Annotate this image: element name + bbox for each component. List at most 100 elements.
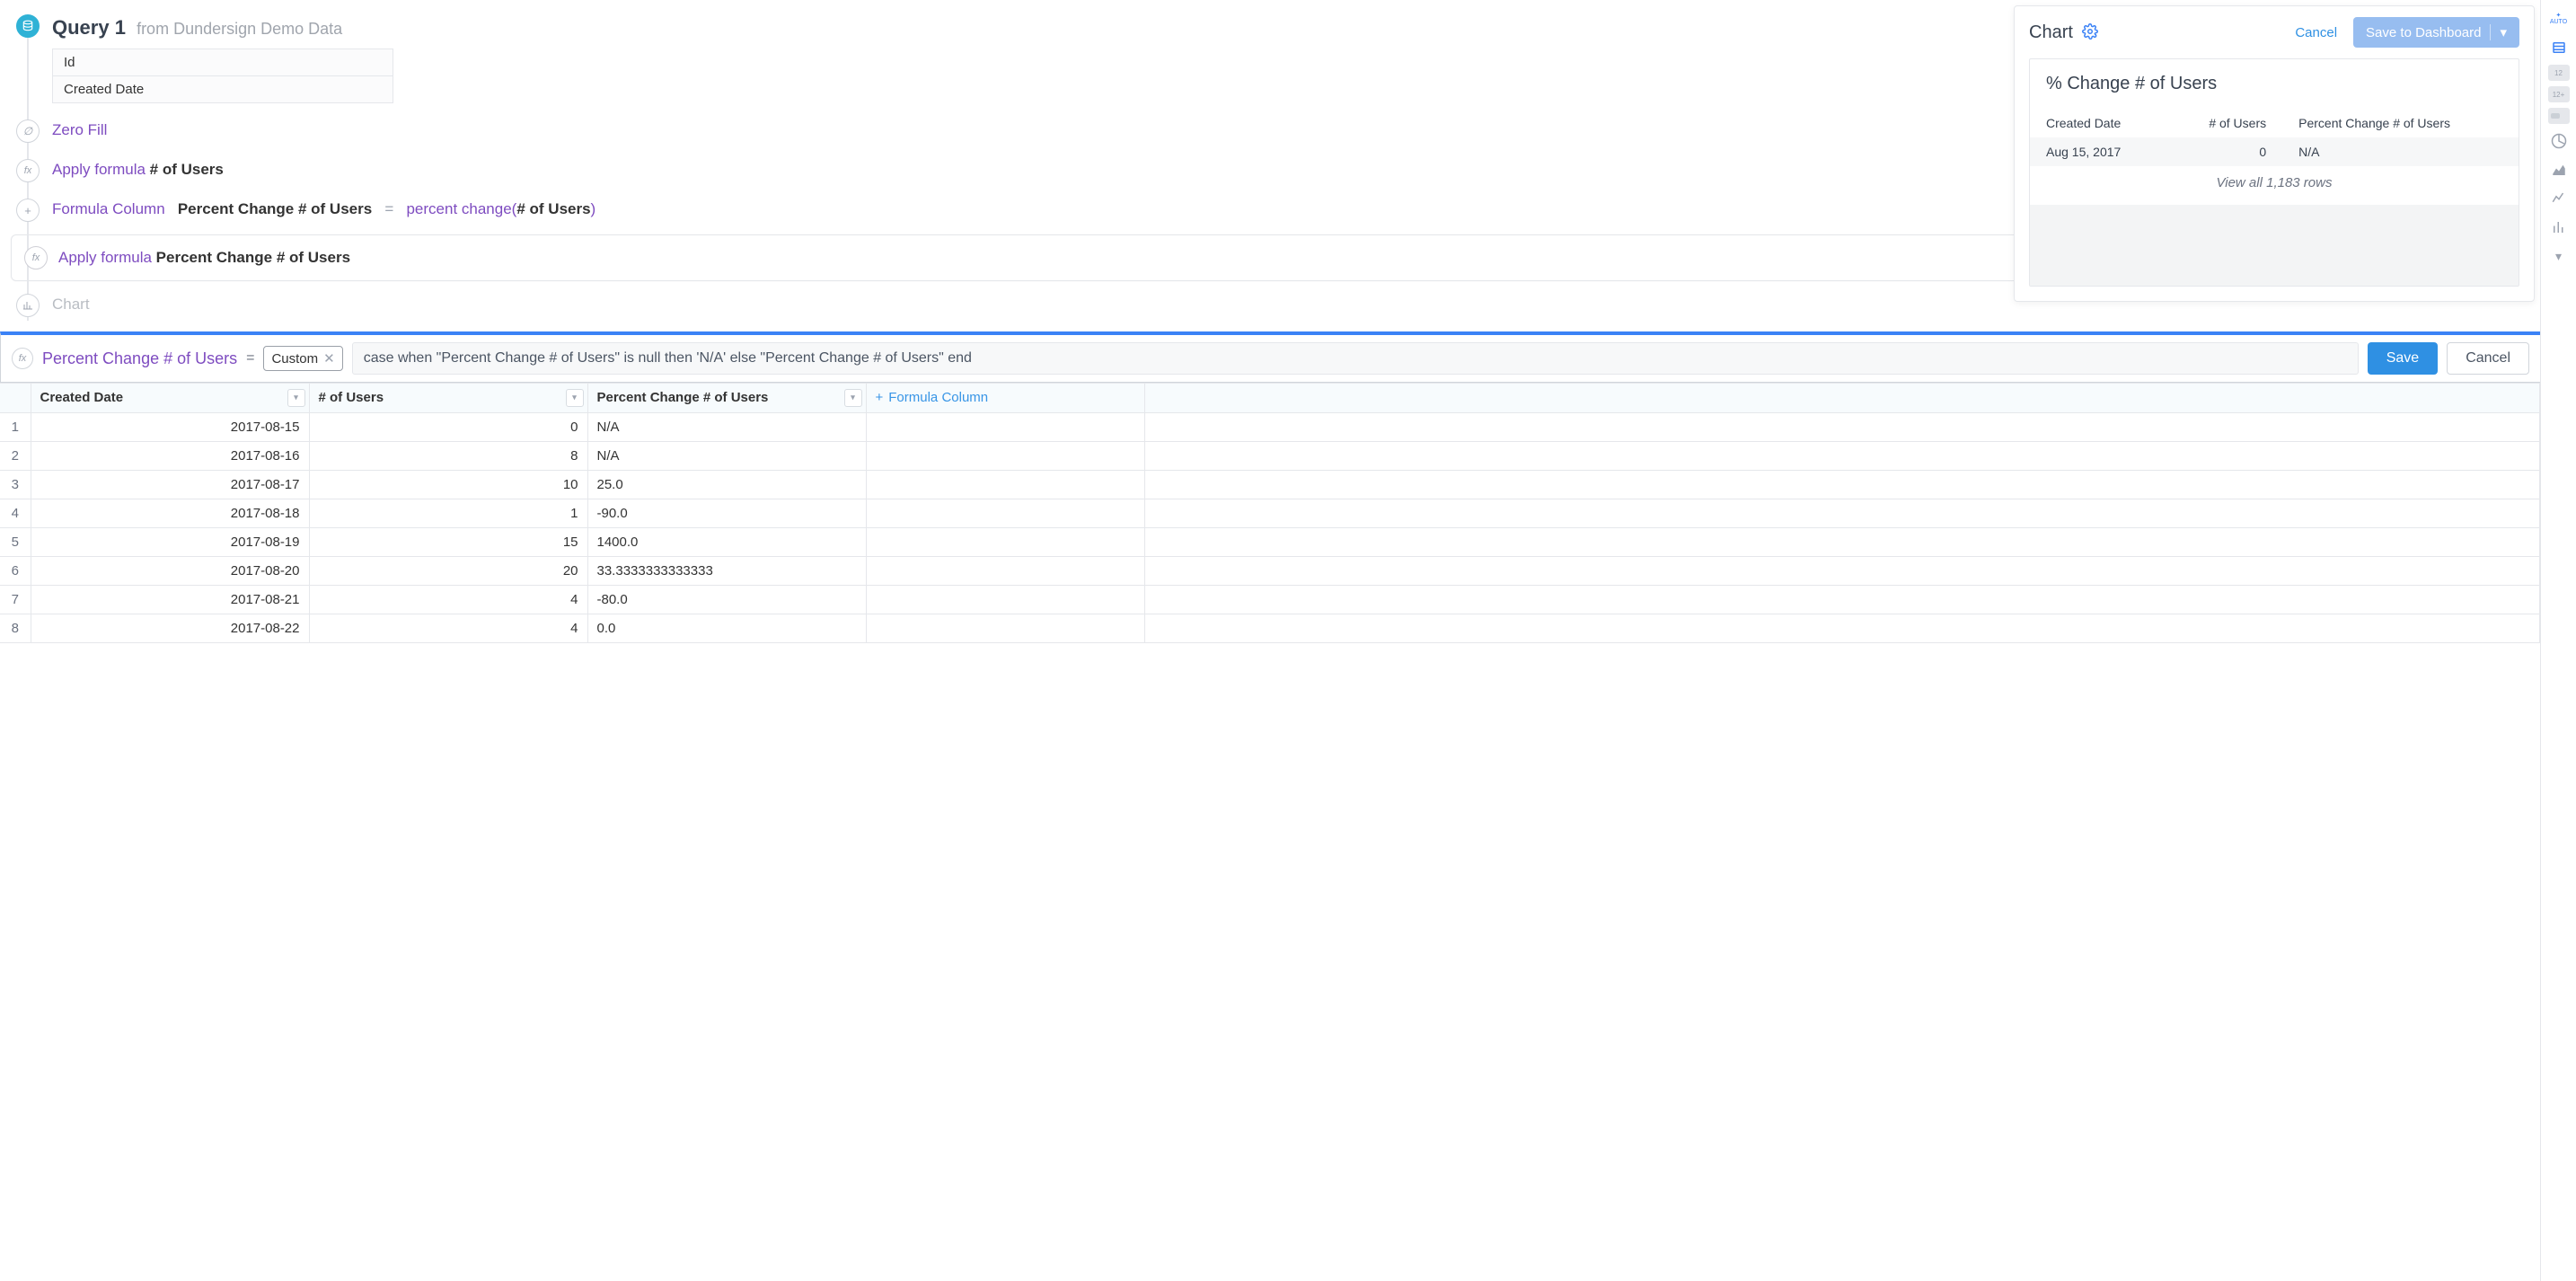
formula-bar: fx Percent Change # of Users = Custom ✕ …: [0, 331, 2540, 383]
formula-type-chip[interactable]: Custom ✕: [263, 346, 342, 371]
formula-input[interactable]: [352, 342, 2359, 375]
row-number-header: [0, 384, 31, 412]
equals-sign: =: [384, 200, 393, 217]
progress-bar-icon[interactable]: [2548, 108, 2570, 124]
col-header-created-date[interactable]: Created Date▾: [31, 384, 309, 412]
query-name: Query 1: [52, 16, 126, 39]
cell-date[interactable]: 2017-08-20: [31, 556, 309, 585]
zero-fill-icon: ∅: [16, 119, 40, 143]
field-created-date[interactable]: Created Date: [53, 76, 393, 102]
table-row: 12017-08-150N/A: [0, 412, 2540, 441]
formula-close: ): [591, 200, 596, 217]
cell-users[interactable]: 0: [309, 412, 587, 441]
cell-empty: [866, 412, 1144, 441]
row-number: 8: [0, 614, 31, 642]
fx-icon: fx: [24, 246, 48, 269]
table-row: 42017-08-181-90.0: [0, 499, 2540, 527]
cell-empty: [1144, 585, 2540, 614]
cell-users[interactable]: 1: [309, 499, 587, 527]
chart-col-pct: Percent Change # of Users: [2282, 109, 2519, 137]
close-icon[interactable]: ✕: [323, 350, 335, 367]
gear-icon[interactable]: [2082, 23, 2098, 42]
cell-date[interactable]: 2017-08-19: [31, 527, 309, 556]
cell-pct[interactable]: 0.0: [587, 614, 866, 642]
chevron-down-icon[interactable]: ▾: [566, 389, 584, 407]
save-to-dashboard-button[interactable]: Save to Dashboard ▾: [2353, 17, 2519, 48]
col-header-pct[interactable]: Percent Change # of Users▾: [587, 384, 866, 412]
row-number: 1: [0, 412, 31, 441]
cell-empty: [866, 441, 1144, 470]
pie-chart-icon[interactable]: [2547, 129, 2571, 153]
card-12-icon[interactable]: 12: [2548, 65, 2570, 81]
cell-empty: [866, 556, 1144, 585]
table-row: 82017-08-2240.0: [0, 614, 2540, 642]
area-chart-icon[interactable]: [2547, 158, 2571, 181]
cell-pct[interactable]: N/A: [587, 412, 866, 441]
card-12plus-icon[interactable]: 12+: [2548, 86, 2570, 102]
chart-cell-pct: N/A: [2282, 137, 2519, 166]
right-rail: ✦AUTO 12 12+ ▾: [2540, 0, 2576, 1281]
formula-fn: percent change(: [406, 200, 516, 217]
cell-date[interactable]: 2017-08-21: [31, 585, 309, 614]
cell-empty: [1144, 527, 2540, 556]
cell-users[interactable]: 4: [309, 585, 587, 614]
datasource-icon: [16, 14, 40, 38]
add-formula-column[interactable]: +Formula Column: [866, 384, 1144, 412]
formula-name[interactable]: Percent Change # of Users: [42, 349, 237, 368]
save-button[interactable]: Save: [2368, 342, 2438, 375]
cell-pct[interactable]: 33.3333333333333: [587, 556, 866, 585]
fx-icon: fx: [12, 348, 33, 369]
table-view-icon[interactable]: [2547, 36, 2571, 59]
cancel-button[interactable]: Cancel: [2447, 342, 2529, 375]
cell-date[interactable]: 2017-08-18: [31, 499, 309, 527]
plus-icon: +: [876, 390, 884, 405]
cell-pct[interactable]: -80.0: [587, 585, 866, 614]
cell-empty: [1144, 499, 2540, 527]
cell-pct[interactable]: -90.0: [587, 499, 866, 527]
view-all-rows-link[interactable]: View all 1,183 rows: [2030, 166, 2519, 205]
row-number: 6: [0, 556, 31, 585]
table-row: 52017-08-19151400.0: [0, 527, 2540, 556]
cell-date[interactable]: 2017-08-17: [31, 470, 309, 499]
selected-fields: Id Created Date: [52, 49, 393, 103]
bar-chart-icon[interactable]: [2547, 216, 2571, 239]
auto-icon[interactable]: ✦AUTO: [2547, 7, 2571, 31]
chart-panel-title: Chart: [2029, 22, 2073, 43]
equals-sign: =: [246, 350, 254, 367]
zero-fill-label: Zero Fill: [52, 121, 107, 138]
cell-users[interactable]: 15: [309, 527, 587, 556]
cell-users[interactable]: 8: [309, 441, 587, 470]
cell-pct[interactable]: N/A: [587, 441, 866, 470]
chevron-down-icon: ▾: [2490, 24, 2507, 40]
chevron-down-icon[interactable]: ▾: [844, 389, 862, 407]
cell-empty: [866, 614, 1144, 642]
cell-empty: [866, 499, 1144, 527]
cell-empty: [1144, 412, 2540, 441]
cell-pct[interactable]: 1400.0: [587, 527, 866, 556]
row-number: 7: [0, 585, 31, 614]
cell-date[interactable]: 2017-08-22: [31, 614, 309, 642]
chart-panel: Chart Cancel Save to Dashboard ▾ % Chang…: [2014, 5, 2535, 302]
cell-users[interactable]: 10: [309, 470, 587, 499]
cell-users[interactable]: 4: [309, 614, 587, 642]
cell-users[interactable]: 20: [309, 556, 587, 585]
field-id[interactable]: Id: [53, 49, 393, 76]
col-header-users[interactable]: # of Users▾: [309, 384, 587, 412]
formula-type-label: Custom: [271, 351, 318, 367]
cell-date[interactable]: 2017-08-16: [31, 441, 309, 470]
cell-date[interactable]: 2017-08-15: [31, 412, 309, 441]
chart-card-title: % Change # of Users: [2030, 59, 2519, 109]
data-table: Created Date▾ # of Users▾ Percent Change…: [0, 383, 2540, 1281]
line-chart-icon[interactable]: [2547, 187, 2571, 210]
formula-column-name: Percent Change # of Users: [178, 200, 372, 217]
more-chart-types-icon[interactable]: ▾: [2547, 244, 2571, 268]
cell-pct[interactable]: 25.0: [587, 470, 866, 499]
from-label: from: [137, 20, 169, 38]
cell-empty: [866, 527, 1144, 556]
chevron-down-icon[interactable]: ▾: [287, 389, 305, 407]
chart-col-users: # of Users: [2167, 109, 2282, 137]
chart-cancel-link[interactable]: Cancel: [2295, 25, 2337, 40]
cell-empty: [1144, 470, 2540, 499]
apply-formula-label: Apply formula: [58, 249, 152, 266]
cell-empty: [1144, 614, 2540, 642]
